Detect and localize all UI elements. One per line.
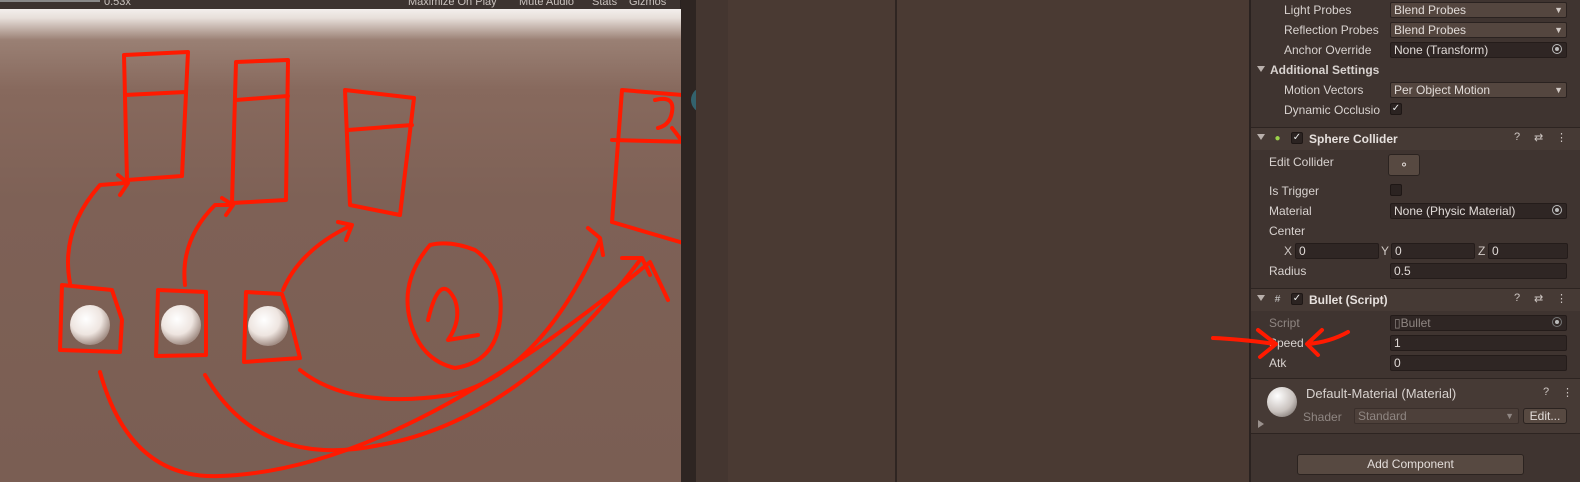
maximize-on-play-button[interactable]: Maximize On Play	[408, 0, 497, 8]
dynamic-occlusion-label: Dynamic Occlusio	[1284, 103, 1381, 117]
script-field: ▯Bullet	[1390, 315, 1567, 331]
dropdown-arrow-icon: ▼	[1554, 5, 1563, 15]
dropdown-arrow-icon: ▼	[1554, 25, 1563, 35]
help-icon[interactable]: ?	[1514, 292, 1520, 304]
object-picker-icon[interactable]	[1552, 205, 1562, 215]
bullet-script-header[interactable]: # ✓ Bullet (Script) ? ⇄ ⋮	[1251, 288, 1580, 311]
light-probes-row: Light Probes Blend Probes ▼	[1251, 0, 1580, 20]
center-z-field[interactable]: 0	[1488, 243, 1568, 259]
dropdown-arrow-icon: ▼	[1505, 411, 1514, 421]
center-x-field[interactable]: 0	[1295, 243, 1379, 259]
center-row: Center	[1251, 221, 1580, 241]
material-preview-sphere	[1267, 387, 1297, 417]
kebab-menu-icon[interactable]: ⋮	[1562, 386, 1573, 399]
scale-label: 0.53x	[104, 0, 131, 8]
foldout-arrow-icon[interactable]	[1258, 420, 1264, 428]
game-toolbar: 0.53x Maximize On Play Mute Audio Stats …	[0, 0, 695, 9]
reflection-probes-label: Reflection Probes	[1284, 23, 1379, 37]
help-icon[interactable]: ?	[1543, 386, 1549, 398]
material-row: Material None (Physic Material)	[1251, 201, 1580, 221]
radius-label: Radius	[1269, 264, 1307, 278]
preset-icon[interactable]: ⇄	[1534, 131, 1543, 144]
anchor-override-field[interactable]: None (Transform)	[1390, 42, 1567, 58]
dropdown-arrow-icon: ▼	[1554, 85, 1563, 95]
sphere-object-3	[248, 306, 288, 346]
center-y-field[interactable]: 0	[1391, 243, 1475, 259]
center-y-label: Y	[1381, 244, 1390, 258]
sphere-collider-title: Sphere Collider	[1309, 132, 1398, 146]
light-probes-label: Light Probes	[1284, 3, 1352, 17]
sphere-collider-header[interactable]: ● ✓ Sphere Collider ? ⇄ ⋮	[1251, 127, 1580, 150]
bullet-script-title: Bullet (Script)	[1309, 293, 1388, 307]
foldout-arrow-icon[interactable]	[1257, 66, 1265, 72]
object-picker-icon	[1552, 317, 1562, 327]
material-title: Default-Material (Material)	[1306, 386, 1457, 401]
add-component-button[interactable]: Add Component	[1297, 454, 1524, 475]
center-label: Center	[1269, 224, 1306, 238]
material-section: Default-Material (Material) ? ⋮ Shader S…	[1251, 378, 1580, 434]
is-trigger-checkbox[interactable]	[1390, 184, 1402, 196]
foldout-arrow-icon[interactable]	[1257, 295, 1265, 301]
physic-material-field[interactable]: None (Physic Material)	[1390, 203, 1567, 219]
shader-label: Shader	[1303, 410, 1342, 424]
help-icon[interactable]: ?	[1514, 131, 1520, 143]
object-picker-icon[interactable]	[1552, 44, 1562, 54]
empty-panel	[897, 0, 1250, 482]
sphere-object-2	[161, 305, 201, 345]
sphere-collider-icon: ●	[1274, 133, 1281, 144]
shader-dropdown[interactable]: Standard ▼	[1354, 408, 1519, 424]
light-probes-dropdown[interactable]: Blend Probes ▼	[1390, 2, 1567, 18]
game-view[interactable]	[0, 0, 681, 482]
preset-icon[interactable]: ⇄	[1534, 292, 1543, 305]
reflection-probes-row: Reflection Probes Blend Probes ▼	[1251, 20, 1580, 40]
atk-field[interactable]: 0	[1390, 355, 1567, 371]
dynamic-occlusion-checkbox[interactable]: ✓	[1390, 103, 1402, 115]
anchor-override-row: Anchor Override None (Transform)	[1251, 40, 1580, 60]
center-xyz-row: X 0 Y 0 Z 0	[1251, 241, 1580, 261]
speed-annotation-arrows	[1211, 328, 1350, 359]
panel-divider[interactable]	[681, 0, 696, 482]
additional-settings-foldout[interactable]: Additional Settings	[1251, 60, 1580, 80]
edit-collider-row: Edit Collider ⚬	[1251, 152, 1580, 178]
is-trigger-row: Is Trigger	[1251, 181, 1580, 201]
script-icon: #	[1274, 294, 1281, 305]
foldout-arrow-icon[interactable]	[1257, 134, 1265, 140]
motion-vectors-label: Motion Vectors	[1284, 83, 1364, 97]
kebab-menu-icon[interactable]: ⋮	[1556, 131, 1567, 144]
inspector-panel: Light Probes Blend Probes ▼ Reflection Pr…	[1251, 0, 1580, 482]
is-trigger-label: Is Trigger	[1269, 184, 1320, 198]
reflection-probes-dropdown[interactable]: Blend Probes ▼	[1390, 22, 1567, 38]
gizmos-button[interactable]: Gizmos	[629, 0, 666, 8]
edit-collider-label: Edit Collider	[1269, 155, 1334, 169]
bullet-script-enabled-checkbox[interactable]: ✓	[1291, 293, 1303, 305]
material-label: Material	[1269, 204, 1312, 218]
radius-row: Radius 0.5	[1251, 261, 1580, 281]
sphere-collider-enabled-checkbox[interactable]: ✓	[1291, 132, 1303, 144]
motion-vectors-row: Motion Vectors Per Object Motion ▼	[1251, 80, 1580, 100]
kebab-menu-icon[interactable]: ⋮	[1556, 292, 1567, 305]
empty-panel	[696, 0, 728, 482]
script-file-icon: ▯	[1394, 316, 1401, 330]
empty-panel	[728, 0, 896, 482]
speed-field[interactable]: 1	[1390, 335, 1567, 351]
edit-shader-button[interactable]: Edit...	[1523, 408, 1567, 424]
additional-settings-label: Additional Settings	[1270, 63, 1380, 77]
center-z-label: Z	[1478, 244, 1486, 258]
red-annotation-drawing	[58, 50, 681, 479]
scale-slider[interactable]	[0, 0, 100, 2]
anchor-override-label: Anchor Override	[1284, 43, 1372, 57]
sphere-object-1	[70, 305, 110, 345]
motion-vectors-dropdown[interactable]: Per Object Motion ▼	[1390, 82, 1567, 98]
edit-collider-button[interactable]: ⚬	[1388, 154, 1420, 176]
edit-collider-icon: ⚬	[1398, 158, 1410, 172]
mute-audio-button[interactable]: Mute Audio	[519, 0, 574, 8]
radius-field[interactable]: 0.5	[1390, 263, 1567, 279]
dynamic-occlusion-row: Dynamic Occlusio ✓	[1251, 100, 1580, 120]
stats-button[interactable]: Stats	[592, 0, 617, 8]
center-x-label: X	[1284, 244, 1293, 258]
